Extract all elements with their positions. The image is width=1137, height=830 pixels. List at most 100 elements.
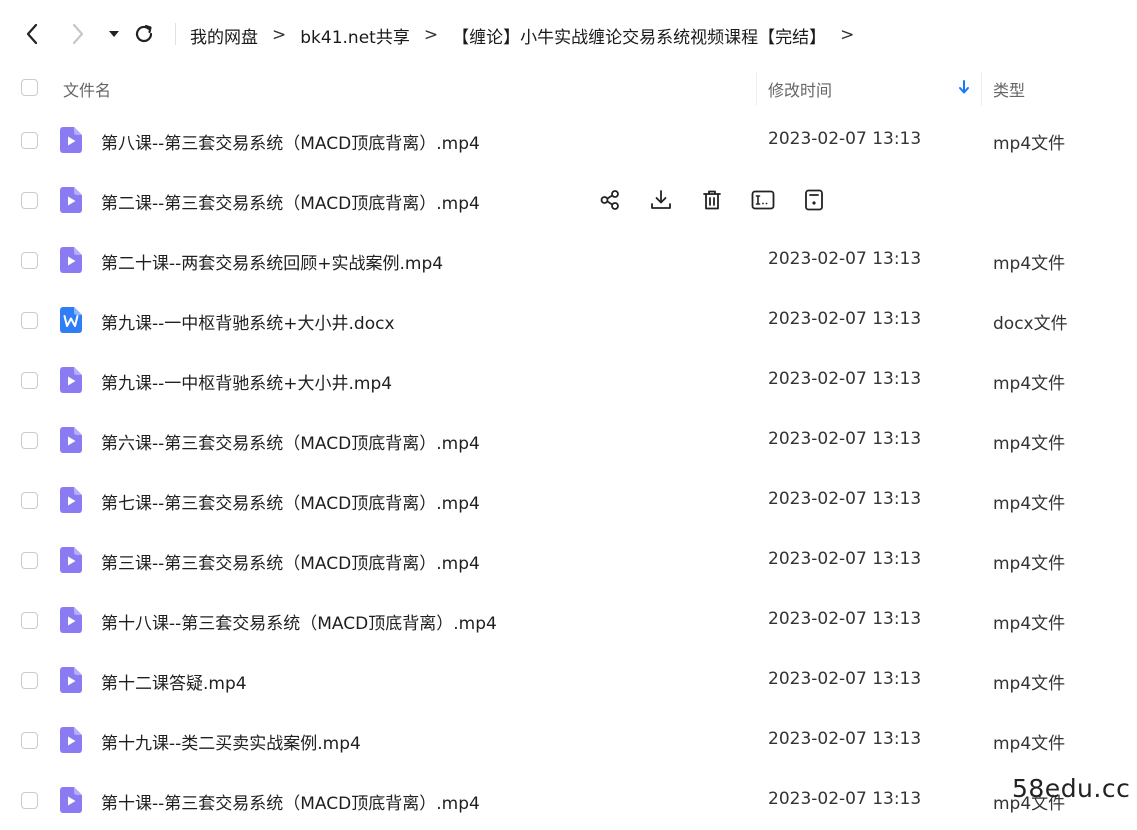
video-file-icon: [60, 427, 82, 453]
file-type: mp4文件: [993, 494, 1066, 514]
word-file-icon: [60, 307, 82, 333]
file-list-header: 文件名 修改时间 类型: [0, 68, 1137, 108]
file-name[interactable]: 第七课--第三套交易系统（MACD顶底背离）.mp4: [101, 489, 480, 514]
download-icon[interactable]: [648, 187, 674, 213]
row-checkbox[interactable]: [21, 792, 38, 809]
file-type: mp4文件: [993, 614, 1066, 634]
file-name[interactable]: 第二十课--两套交易系统回顾+实战案例.mp4: [101, 249, 443, 274]
file-modified-time: 2023-02-07 13:13: [768, 489, 922, 509]
row-action-toolbar: [597, 187, 852, 213]
file-name[interactable]: 第十八课--第三套交易系统（MACD顶底背离）.mp4: [101, 609, 497, 634]
file-modified-time: 2023-02-07 13:13: [768, 549, 922, 569]
file-type: mp4文件: [993, 374, 1066, 394]
video-file-icon: [60, 487, 82, 513]
breadcrumb-item-current-folder[interactable]: 【缠论】小牛实战缠论交易系统视频课程【完结】: [452, 23, 826, 48]
video-file-icon: [60, 607, 82, 633]
file-row[interactable]: 第十九课--类二买卖实战案例.mp4 2023-02-07 13:13 mp4文件: [0, 710, 1137, 770]
watermark: 58edu.cc: [1012, 774, 1131, 803]
file-name[interactable]: 第二课--第三套交易系统（MACD顶底背离）.mp4: [101, 189, 480, 214]
file-name[interactable]: 第十二课答疑.mp4: [101, 669, 247, 694]
video-file-icon: [60, 187, 82, 213]
video-file-icon: [60, 247, 82, 273]
video-file-icon: [60, 127, 82, 153]
video-file-icon: [60, 667, 82, 693]
column-divider[interactable]: [981, 72, 982, 106]
file-row[interactable]: 第六课--第三套交易系统（MACD顶底背离）.mp4 2023-02-07 13:…: [0, 410, 1137, 470]
file-name[interactable]: 第十九课--类二买卖实战案例.mp4: [101, 729, 361, 754]
file-modified-time: 2023-02-07 13:13: [768, 609, 922, 629]
file-name[interactable]: 第九课--一中枢背驰系统+大小井.mp4: [101, 369, 392, 394]
file-row[interactable]: 第十二课答疑.mp4 2023-02-07 13:13 mp4文件: [0, 650, 1137, 710]
chevron-left-icon: [26, 23, 38, 45]
top-navigation-bar: 我的网盘 > bk41.net共享 > 【缠论】小牛实战缠论交易系统视频课程【完…: [0, 0, 1137, 68]
chevron-right-icon: [72, 23, 84, 45]
row-checkbox[interactable]: [21, 372, 38, 389]
row-checkbox[interactable]: [21, 612, 38, 629]
file-type: mp4文件: [993, 434, 1066, 454]
back-button[interactable]: [18, 18, 46, 50]
video-file-icon: [60, 727, 82, 753]
caret-down-icon: [109, 31, 119, 37]
toolbar-divider: [175, 23, 176, 45]
row-checkbox[interactable]: [21, 252, 38, 269]
row-checkbox[interactable]: [21, 732, 38, 749]
share-icon[interactable]: [597, 187, 623, 213]
refresh-button[interactable]: [130, 18, 158, 50]
file-row[interactable]: 第三课--第三套交易系统（MACD顶底背离）.mp4 2023-02-07 13:…: [0, 530, 1137, 590]
file-row[interactable]: 第十八课--第三套交易系统（MACD顶底背离）.mp4 2023-02-07 13…: [0, 590, 1137, 650]
forward-button[interactable]: [64, 18, 92, 50]
file-type: mp4文件: [993, 734, 1066, 754]
more-info-icon[interactable]: [801, 187, 827, 213]
breadcrumb-item-shared[interactable]: bk41.net共享: [300, 23, 410, 48]
history-dropdown-button[interactable]: [100, 18, 128, 50]
video-file-icon: [60, 547, 82, 573]
row-checkbox[interactable]: [21, 672, 38, 689]
file-modified-time: 2023-02-07 13:13: [768, 669, 922, 689]
file-row[interactable]: 第八课--第三套交易系统（MACD顶底背离）.mp4 2023-02-07 13:…: [0, 110, 1137, 170]
file-row[interactable]: 第十课--第三套交易系统（MACD顶底背离）.mp4 2023-02-07 13:…: [0, 770, 1137, 830]
video-file-icon: [60, 787, 82, 813]
file-type: docx文件: [993, 314, 1068, 334]
file-modified-time: 2023-02-07 13:13: [768, 369, 922, 389]
row-checkbox[interactable]: [21, 132, 38, 149]
column-header-modified[interactable]: 修改时间: [768, 77, 832, 101]
row-checkbox[interactable]: [21, 312, 38, 329]
rename-icon[interactable]: [750, 187, 776, 213]
breadcrumb-separator: >: [423, 25, 439, 45]
file-name[interactable]: 第八课--第三套交易系统（MACD顶底背离）.mp4: [101, 129, 480, 154]
file-row[interactable]: 第二十课--两套交易系统回顾+实战案例.mp4 2023-02-07 13:13 m…: [0, 230, 1137, 290]
file-modified-time: 2023-02-07 13:13: [768, 129, 922, 149]
column-header-type[interactable]: 类型: [993, 77, 1025, 101]
row-checkbox[interactable]: [21, 492, 38, 509]
file-name[interactable]: 第六课--第三套交易系统（MACD顶底背离）.mp4: [101, 429, 480, 454]
file-modified-time: 2023-02-07 13:13: [768, 309, 922, 329]
file-type: mp4文件: [993, 674, 1066, 694]
file-modified-time: 2023-02-07 13:13: [768, 429, 922, 449]
file-modified-time: 2023-02-07 13:13: [768, 729, 922, 749]
select-all-checkbox[interactable]: [21, 79, 38, 96]
sort-descending-icon[interactable]: [958, 79, 970, 99]
file-row[interactable]: 第九课--一中枢背驰系统+大小井.docx 2023-02-07 13:13 doc…: [0, 290, 1137, 350]
row-checkbox[interactable]: [21, 192, 38, 209]
file-row[interactable]: 第九课--一中枢背驰系统+大小井.mp4 2023-02-07 13:13 mp4文…: [0, 350, 1137, 410]
video-file-icon: [60, 367, 82, 393]
file-row[interactable]: 第二课--第三套交易系统（MACD顶底背离）.mp4: [0, 170, 1137, 230]
breadcrumb: 我的网盘 > bk41.net共享 > 【缠论】小牛实战缠论交易系统视频课程【完…: [190, 20, 868, 50]
file-name[interactable]: 第九课--一中枢背驰系统+大小井.docx: [101, 309, 395, 334]
row-checkbox[interactable]: [21, 552, 38, 569]
refresh-icon: [135, 24, 153, 43]
file-name[interactable]: 第十课--第三套交易系统（MACD顶底背离）.mp4: [101, 789, 480, 814]
file-type: mp4文件: [993, 254, 1066, 274]
breadcrumb-separator: >: [840, 25, 855, 45]
file-list: 第八课--第三套交易系统（MACD顶底背离）.mp4 2023-02-07 13:…: [0, 110, 1137, 830]
file-type: mp4文件: [993, 554, 1066, 574]
column-header-name[interactable]: 文件名: [63, 77, 111, 101]
delete-icon[interactable]: [699, 187, 725, 213]
file-type: mp4文件: [993, 134, 1066, 154]
breadcrumb-item-my-drive[interactable]: 我的网盘: [190, 23, 258, 48]
file-row[interactable]: 第七课--第三套交易系统（MACD顶底背离）.mp4 2023-02-07 13:…: [0, 470, 1137, 530]
breadcrumb-separator: >: [272, 25, 287, 45]
row-checkbox[interactable]: [21, 432, 38, 449]
file-name[interactable]: 第三课--第三套交易系统（MACD顶底背离）.mp4: [101, 549, 480, 574]
column-divider[interactable]: [756, 72, 757, 106]
